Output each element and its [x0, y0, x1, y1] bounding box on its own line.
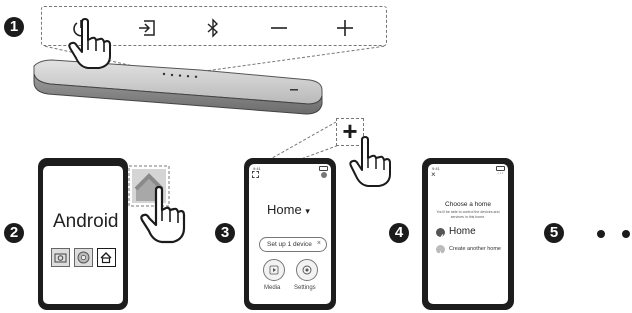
phone-step-4: 9:41 × ··· Choose a home You'll be able …	[422, 158, 514, 310]
tapping-hand-icon-step-3	[349, 136, 391, 187]
continuation-dot	[622, 230, 630, 238]
setup-device-label: Set up 1 device	[267, 241, 312, 248]
media-button[interactable]	[263, 259, 285, 281]
close-icon[interactable]: ×	[431, 170, 436, 179]
continuation-dot	[597, 230, 605, 238]
phone-screen-step-4: 9:41 × ··· Choose a home You'll be able …	[428, 164, 508, 304]
home-title: Home	[267, 202, 302, 217]
add-icon	[436, 245, 445, 256]
settings-app-icon[interactable]	[74, 248, 93, 267]
account-avatar[interactable]	[321, 172, 327, 178]
add-icon[interactable]	[252, 171, 259, 178]
settings-button[interactable]	[296, 259, 318, 281]
phone-screen-step-3: 9:41 Home ▾ Set up 1 device × Media Sett…	[249, 164, 331, 304]
battery-icon	[319, 166, 328, 171]
close-icon[interactable]: ×	[317, 240, 321, 247]
settings-label: Settings	[294, 285, 316, 291]
setup-device-chip[interactable]: Set up 1 device ×	[259, 237, 327, 252]
google-home-app-icon[interactable]	[97, 248, 116, 267]
android-label: Android	[53, 211, 119, 232]
create-home-option[interactable]: Create another home	[436, 244, 506, 256]
choose-home-title: Choose a home	[445, 201, 491, 208]
checkmark-icon	[436, 228, 445, 240]
home-dropdown[interactable]: Home ▾	[267, 202, 310, 217]
media-label: Media	[264, 285, 281, 291]
tapping-hand-icon	[140, 186, 186, 244]
phone-screen-step-2: Android	[43, 166, 123, 304]
camera-app-icon[interactable]	[51, 248, 70, 267]
choose-home-subtitle: You'll be able to control the devices an…	[436, 210, 500, 219]
create-home-label: Create another home	[449, 246, 501, 252]
phone-step-3: 9:41 Home ▾ Set up 1 device × Media Sett…	[244, 158, 336, 310]
home-option-label: Home	[449, 226, 476, 237]
phone-step-2: Android	[38, 158, 128, 310]
chevron-down-icon: ▾	[305, 206, 310, 216]
home-option[interactable]: Home	[436, 226, 506, 240]
pointing-hand-icon	[68, 18, 111, 69]
more-options-icon[interactable]: ···	[497, 170, 504, 177]
